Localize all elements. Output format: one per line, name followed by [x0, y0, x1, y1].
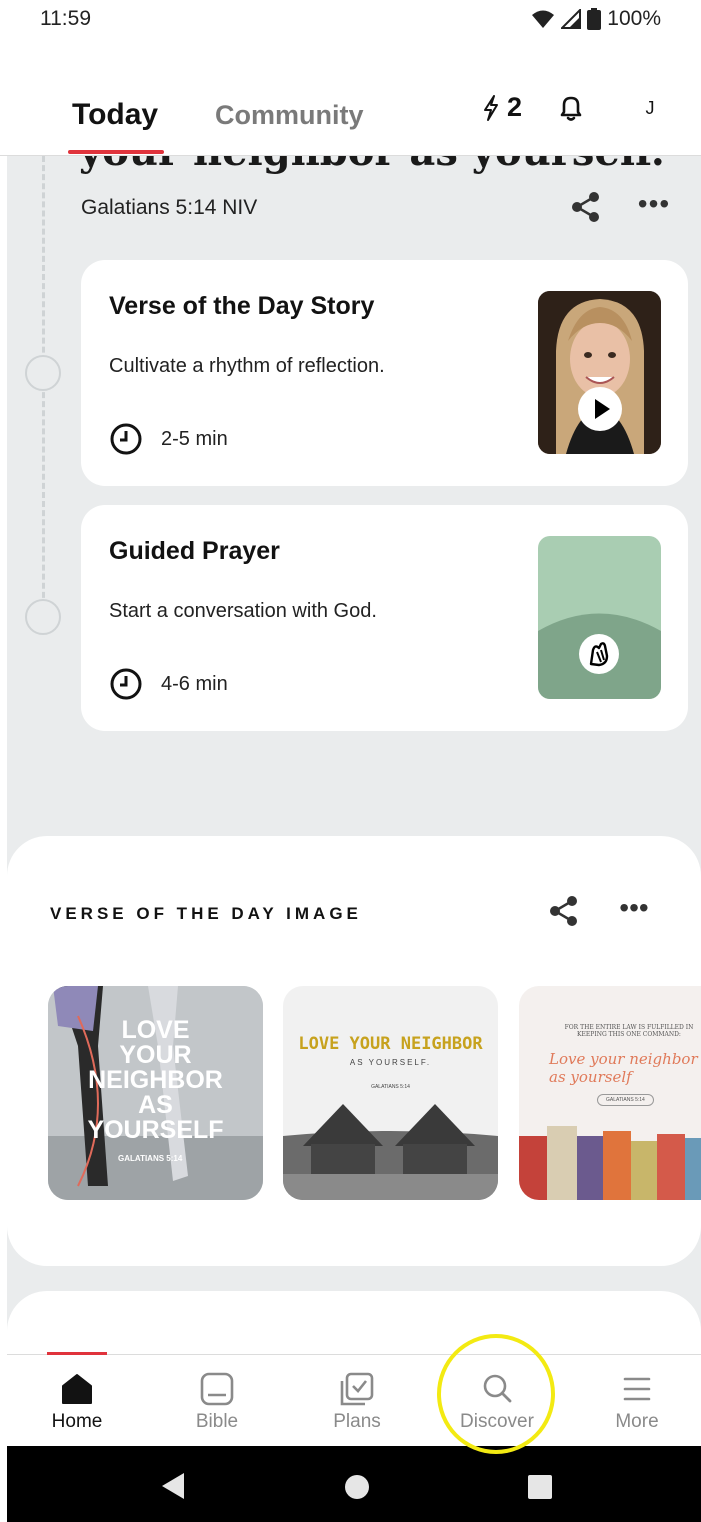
system-navigation-bar — [7, 1446, 701, 1522]
streak-count: 2 — [507, 92, 523, 122]
clock-icon — [110, 668, 142, 700]
clock-icon — [110, 423, 142, 455]
recents-icon[interactable] — [527, 1474, 553, 1500]
tile-photo — [519, 1126, 701, 1200]
verse-text: your neighbor as yourself. — [79, 156, 665, 175]
bell-icon[interactable] — [555, 92, 587, 124]
more-options-icon[interactable]: ••• — [637, 190, 671, 224]
tab-community[interactable]: Community — [215, 100, 364, 131]
nav-home[interactable]: Home — [17, 1367, 137, 1443]
card-title: Verse of the Day Story — [109, 292, 375, 320]
more-options-icon[interactable]: ••• — [617, 894, 651, 926]
card-subtitle: Cultivate a rhythm of reflection. — [109, 355, 385, 377]
tab-today[interactable]: Today — [72, 98, 158, 132]
signal-icon — [561, 9, 582, 29]
nav-more[interactable]: More — [577, 1367, 697, 1443]
play-icon — [595, 399, 610, 419]
votd-story-card[interactable]: Verse of the Day Story Cultivate a rhyth… — [81, 260, 688, 486]
tile-ref: GALATIANS 5:14 — [118, 1154, 183, 1163]
battery-icon — [587, 8, 602, 30]
guided-prayer-card[interactable]: Guided Prayer Start a conversation with … — [81, 505, 688, 731]
timeline-dot — [25, 355, 61, 391]
timeline-dot — [25, 599, 61, 635]
plans-icon — [340, 1372, 374, 1406]
home-icon — [62, 1374, 92, 1404]
bottom-navigation: Home Bible Plans Discover More — [7, 1352, 701, 1446]
next-section-card — [7, 1291, 701, 1354]
menu-icon — [623, 1377, 651, 1401]
tile-line: AS — [138, 1091, 173, 1119]
verse-image-tile[interactable]: LOVE YOUR NEIGHBOR AS YOURSELF. GALATIAN… — [283, 986, 498, 1200]
nav-plans[interactable]: Plans — [297, 1367, 417, 1443]
top-header: Today Community 2 J — [0, 40, 701, 156]
wifi-icon — [532, 10, 555, 28]
tile-line: YOUR — [119, 1041, 192, 1069]
nav-active-indicator — [47, 1352, 107, 1355]
nav-label: Plans — [333, 1411, 381, 1432]
story-thumbnail[interactable] — [538, 291, 661, 454]
nav-label: Bible — [195, 1411, 239, 1432]
verse-image-tile[interactable]: FOR THE ENTIRE LAW IS FULFILLED IN KEEPI… — [519, 986, 701, 1200]
tile-line: NEIGHBOR — [88, 1066, 223, 1094]
verse-reference[interactable]: Galatians 5:14 NIV — [81, 196, 257, 220]
card-duration: 4-6 min — [109, 667, 228, 701]
play-button[interactable] — [578, 387, 622, 431]
share-icon[interactable] — [547, 894, 581, 928]
prayer-background — [538, 613, 661, 699]
duration-text: 4-6 min — [161, 672, 228, 695]
duration-text: 2-5 min — [161, 427, 228, 450]
status-bar: 11:59 100% — [0, 0, 701, 40]
status-time: 11:59 — [40, 7, 91, 30]
section-title: VERSE OF THE DAY IMAGE — [50, 904, 362, 923]
back-icon[interactable] — [160, 1472, 186, 1500]
card-duration: 2-5 min — [109, 422, 228, 456]
home-circle-icon[interactable] — [344, 1474, 370, 1500]
praying-hands-icon — [579, 634, 619, 674]
verse-image-tile[interactable]: LOVE YOUR NEIGHBOR AS YOURSELF GALATIANS… — [48, 986, 263, 1200]
highlight-ring — [437, 1334, 555, 1454]
tile-line: YOURSELF — [87, 1116, 224, 1144]
card-subtitle: Start a conversation with God. — [109, 600, 377, 622]
votd-image-section: VERSE OF THE DAY IMAGE ••• LOVE YOUR NEI… — [7, 836, 701, 1266]
nav-label: More — [615, 1411, 659, 1432]
nav-bible[interactable]: Bible — [157, 1367, 277, 1443]
status-icons: 100% — [531, 7, 661, 31]
today-feed[interactable]: your neighbor as yourself. Galatians 5:1… — [7, 156, 701, 1354]
battery-percent: 100% — [607, 7, 661, 30]
tile-photo — [283, 1104, 498, 1200]
prayer-thumbnail[interactable] — [538, 536, 661, 699]
nav-label: Home — [51, 1411, 103, 1432]
avatar[interactable]: J — [630, 90, 670, 126]
tab-active-indicator — [68, 150, 164, 154]
bible-icon — [200, 1372, 234, 1406]
tile-line: LOVE — [121, 1016, 190, 1044]
streak-button[interactable]: 2 — [481, 92, 522, 123]
card-title: Guided Prayer — [109, 537, 280, 565]
lightning-icon — [484, 94, 498, 121]
share-icon[interactable] — [569, 190, 603, 224]
